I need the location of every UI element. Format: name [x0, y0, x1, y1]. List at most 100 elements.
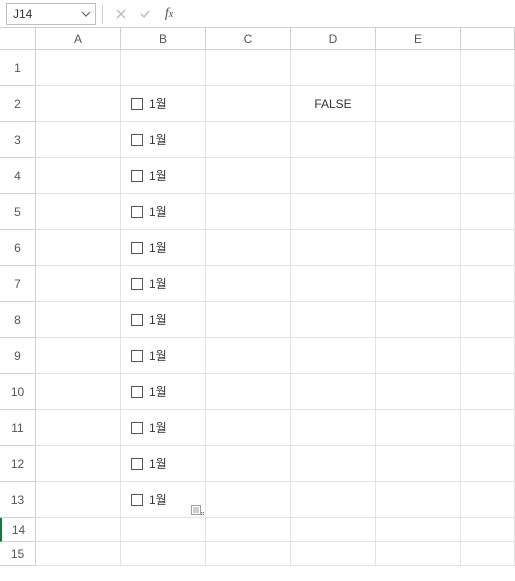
cell-A9[interactable]: [36, 338, 121, 374]
column-header-B[interactable]: B: [121, 28, 206, 49]
cell-C14[interactable]: [206, 518, 291, 542]
cell-E4[interactable]: [376, 158, 461, 194]
checkbox-control[interactable]: 1월: [131, 167, 167, 184]
cell-E12[interactable]: [376, 446, 461, 482]
cell-F7[interactable]: [461, 266, 515, 302]
cell-C12[interactable]: [206, 446, 291, 482]
cell-F6[interactable]: [461, 230, 515, 266]
column-header-F[interactable]: [461, 28, 515, 49]
cell-B4[interactable]: 1월: [121, 158, 206, 194]
cell-F9[interactable]: [461, 338, 515, 374]
cell-D11[interactable]: [291, 410, 376, 446]
name-box[interactable]: J14: [6, 3, 96, 25]
cell-F3[interactable]: [461, 122, 515, 158]
formula-input[interactable]: [179, 3, 515, 25]
cell-B11[interactable]: 1월: [121, 410, 206, 446]
cell-D8[interactable]: [291, 302, 376, 338]
cell-E14[interactable]: [376, 518, 461, 542]
cell-B14[interactable]: [121, 518, 206, 542]
row-header-12[interactable]: 12: [0, 446, 36, 482]
cell-A11[interactable]: [36, 410, 121, 446]
row-header-4[interactable]: 4: [0, 158, 36, 194]
row-header-15[interactable]: 15: [0, 542, 36, 566]
cell-A6[interactable]: [36, 230, 121, 266]
row-header-14[interactable]: 14: [0, 518, 36, 542]
checkbox-control[interactable]: 1월: [131, 131, 167, 148]
checkbox-icon[interactable]: [131, 206, 143, 218]
column-header-A[interactable]: A: [36, 28, 121, 49]
cell-A14[interactable]: [36, 518, 121, 542]
checkbox-icon[interactable]: [131, 170, 143, 182]
checkbox-control[interactable]: 1월: [131, 347, 167, 364]
cell-E2[interactable]: [376, 86, 461, 122]
row-header-8[interactable]: 8: [0, 302, 36, 338]
row-header-11[interactable]: 11: [0, 410, 36, 446]
cell-F1[interactable]: [461, 50, 515, 86]
cell-C8[interactable]: [206, 302, 291, 338]
checkbox-icon[interactable]: [131, 98, 143, 110]
checkbox-control[interactable]: 1월: [131, 239, 167, 256]
checkbox-icon[interactable]: [131, 242, 143, 254]
row-header-3[interactable]: 3: [0, 122, 36, 158]
enter-button[interactable]: [135, 4, 155, 24]
cell-E15[interactable]: [376, 542, 461, 566]
cell-C1[interactable]: [206, 50, 291, 86]
cell-C6[interactable]: [206, 230, 291, 266]
cell-E7[interactable]: [376, 266, 461, 302]
cell-B10[interactable]: 1월: [121, 374, 206, 410]
checkbox-control[interactable]: 1월: [131, 455, 167, 472]
cell-F12[interactable]: [461, 446, 515, 482]
cell-B8[interactable]: 1월: [121, 302, 206, 338]
cell-F5[interactable]: [461, 194, 515, 230]
cell-B9[interactable]: 1월: [121, 338, 206, 374]
checkbox-icon[interactable]: [131, 350, 143, 362]
cell-D7[interactable]: [291, 266, 376, 302]
cell-A2[interactable]: [36, 86, 121, 122]
cell-D6[interactable]: [291, 230, 376, 266]
cell-B13[interactable]: 1월: [121, 482, 206, 518]
cell-C7[interactable]: [206, 266, 291, 302]
cell-B1[interactable]: [121, 50, 206, 86]
row-header-9[interactable]: 9: [0, 338, 36, 374]
cell-B3[interactable]: 1월: [121, 122, 206, 158]
cell-E11[interactable]: [376, 410, 461, 446]
cell-E9[interactable]: [376, 338, 461, 374]
cell-A12[interactable]: [36, 446, 121, 482]
row-header-5[interactable]: 5: [0, 194, 36, 230]
cell-A1[interactable]: [36, 50, 121, 86]
checkbox-icon[interactable]: [131, 458, 143, 470]
cell-D12[interactable]: [291, 446, 376, 482]
column-header-D[interactable]: D: [291, 28, 376, 49]
cell-B5[interactable]: 1월: [121, 194, 206, 230]
cell-E5[interactable]: [376, 194, 461, 230]
cell-A8[interactable]: [36, 302, 121, 338]
cell-A7[interactable]: [36, 266, 121, 302]
checkbox-control[interactable]: 1월: [131, 203, 167, 220]
cell-C5[interactable]: [206, 194, 291, 230]
checkbox-icon[interactable]: [131, 494, 143, 506]
checkbox-icon[interactable]: [131, 278, 143, 290]
checkbox-icon[interactable]: [131, 314, 143, 326]
cell-B6[interactable]: 1월: [121, 230, 206, 266]
cell-F10[interactable]: [461, 374, 515, 410]
cell-D15[interactable]: [291, 542, 376, 566]
cell-F11[interactable]: [461, 410, 515, 446]
cell-C13[interactable]: [206, 482, 291, 518]
row-header-2[interactable]: 2: [0, 86, 36, 122]
cell-D1[interactable]: [291, 50, 376, 86]
autofill-options-icon[interactable]: [190, 504, 206, 518]
checkbox-icon[interactable]: [131, 386, 143, 398]
cell-D2[interactable]: FALSE: [291, 86, 376, 122]
checkbox-control[interactable]: 1월: [131, 383, 167, 400]
cell-A10[interactable]: [36, 374, 121, 410]
cell-C3[interactable]: [206, 122, 291, 158]
cell-E8[interactable]: [376, 302, 461, 338]
row-header-1[interactable]: 1: [0, 50, 36, 86]
cell-E13[interactable]: [376, 482, 461, 518]
row-header-7[interactable]: 7: [0, 266, 36, 302]
cell-C10[interactable]: [206, 374, 291, 410]
insert-function-button[interactable]: fx: [159, 4, 179, 24]
cell-F14[interactable]: [461, 518, 515, 542]
cell-A15[interactable]: [36, 542, 121, 566]
cell-D14[interactable]: [291, 518, 376, 542]
